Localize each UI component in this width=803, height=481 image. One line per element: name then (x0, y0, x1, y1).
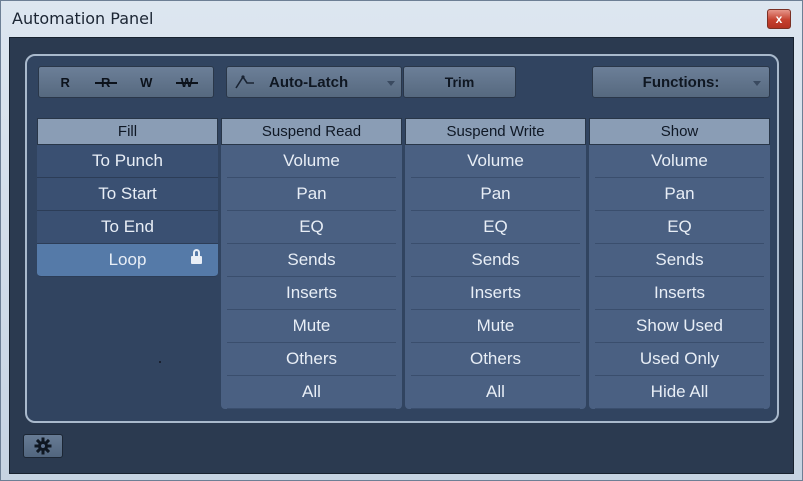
automation-mode-label: Auto-Latch (269, 73, 349, 91)
show-inserts[interactable]: Inserts (595, 277, 764, 310)
suspend-write-others[interactable]: Others (411, 343, 580, 376)
functions-dropdown[interactable]: Functions: (592, 66, 770, 98)
write-disable-button[interactable]: W (175, 75, 198, 90)
suspend-write-volume[interactable]: Volume (411, 145, 580, 178)
fill-item-to-end[interactable]: To End (37, 211, 218, 244)
suspend-write-eq[interactable]: EQ (411, 211, 580, 244)
automation-mode-dropdown[interactable]: Auto-Latch (226, 66, 402, 98)
show-eq[interactable]: EQ (595, 211, 764, 244)
show-used-only[interactable]: Used Only (595, 343, 764, 376)
fill-column-header: Fill (37, 118, 218, 145)
suspend-read-inserts[interactable]: Inserts (227, 277, 396, 310)
suspend-write-column: Suspend Write Volume Pan EQ Sends Insert… (405, 118, 586, 409)
suspend-write-mute[interactable]: Mute (411, 310, 580, 343)
suspend-write-sends[interactable]: Sends (411, 244, 580, 277)
suspend-read-volume[interactable]: Volume (227, 145, 396, 178)
ramp-icon (235, 75, 254, 89)
suspend-write-all[interactable]: All (411, 376, 580, 409)
read-disable-button[interactable]: R (94, 75, 117, 90)
decorative-dot (159, 361, 161, 363)
panel-body: R R W W Auto-Latch Trim Functions: Fill … (9, 37, 794, 474)
show-column: Show Volume Pan EQ Sends Inserts Show Us… (589, 118, 770, 409)
close-button[interactable]: x (767, 9, 791, 29)
show-hide-all[interactable]: Hide All (595, 376, 764, 409)
chevron-down-icon (387, 81, 395, 86)
functions-label: Functions: (642, 73, 720, 91)
settings-button[interactable] (23, 434, 63, 458)
title-bar[interactable]: Automation Panel x (1, 1, 802, 37)
read-toggle-button[interactable]: R (54, 75, 76, 90)
automation-panel: R R W W Auto-Latch Trim Functions: Fill … (25, 54, 779, 423)
suspend-read-column-header: Suspend Read (221, 118, 402, 145)
fill-item-loop[interactable]: Loop (37, 244, 218, 277)
suspend-read-sends[interactable]: Sends (227, 244, 396, 277)
show-volume[interactable]: Volume (595, 145, 764, 178)
suspend-write-inserts[interactable]: Inserts (411, 277, 580, 310)
read-write-toggle-group: R R W W (38, 66, 214, 98)
lock-icon[interactable] (191, 249, 202, 264)
trim-button[interactable]: Trim (403, 66, 516, 98)
fill-column: Fill To Punch To Start To End Loop (37, 118, 218, 409)
fill-item-to-punch[interactable]: To Punch (37, 145, 218, 178)
write-toggle-button[interactable]: W (135, 75, 157, 90)
show-used[interactable]: Show Used (595, 310, 764, 343)
fill-item-loop-label: Loop (108, 250, 147, 269)
show-sends[interactable]: Sends (595, 244, 764, 277)
gear-icon (34, 437, 52, 455)
chevron-down-icon (753, 81, 761, 86)
suspend-read-all[interactable]: All (227, 376, 396, 409)
suspend-read-others[interactable]: Others (227, 343, 396, 376)
suspend-read-eq[interactable]: EQ (227, 211, 396, 244)
show-pan[interactable]: Pan (595, 178, 764, 211)
suspend-write-pan[interactable]: Pan (411, 178, 580, 211)
automation-panel-window: Automation Panel x R R W W Auto-Latch Tr… (0, 0, 803, 481)
suspend-read-pan[interactable]: Pan (227, 178, 396, 211)
show-column-header: Show (589, 118, 770, 145)
suspend-write-column-header: Suspend Write (405, 118, 586, 145)
suspend-read-mute[interactable]: Mute (227, 310, 396, 343)
fill-item-to-start[interactable]: To Start (37, 178, 218, 211)
suspend-read-column: Suspend Read Volume Pan EQ Sends Inserts… (221, 118, 402, 409)
window-title: Automation Panel (12, 9, 154, 28)
